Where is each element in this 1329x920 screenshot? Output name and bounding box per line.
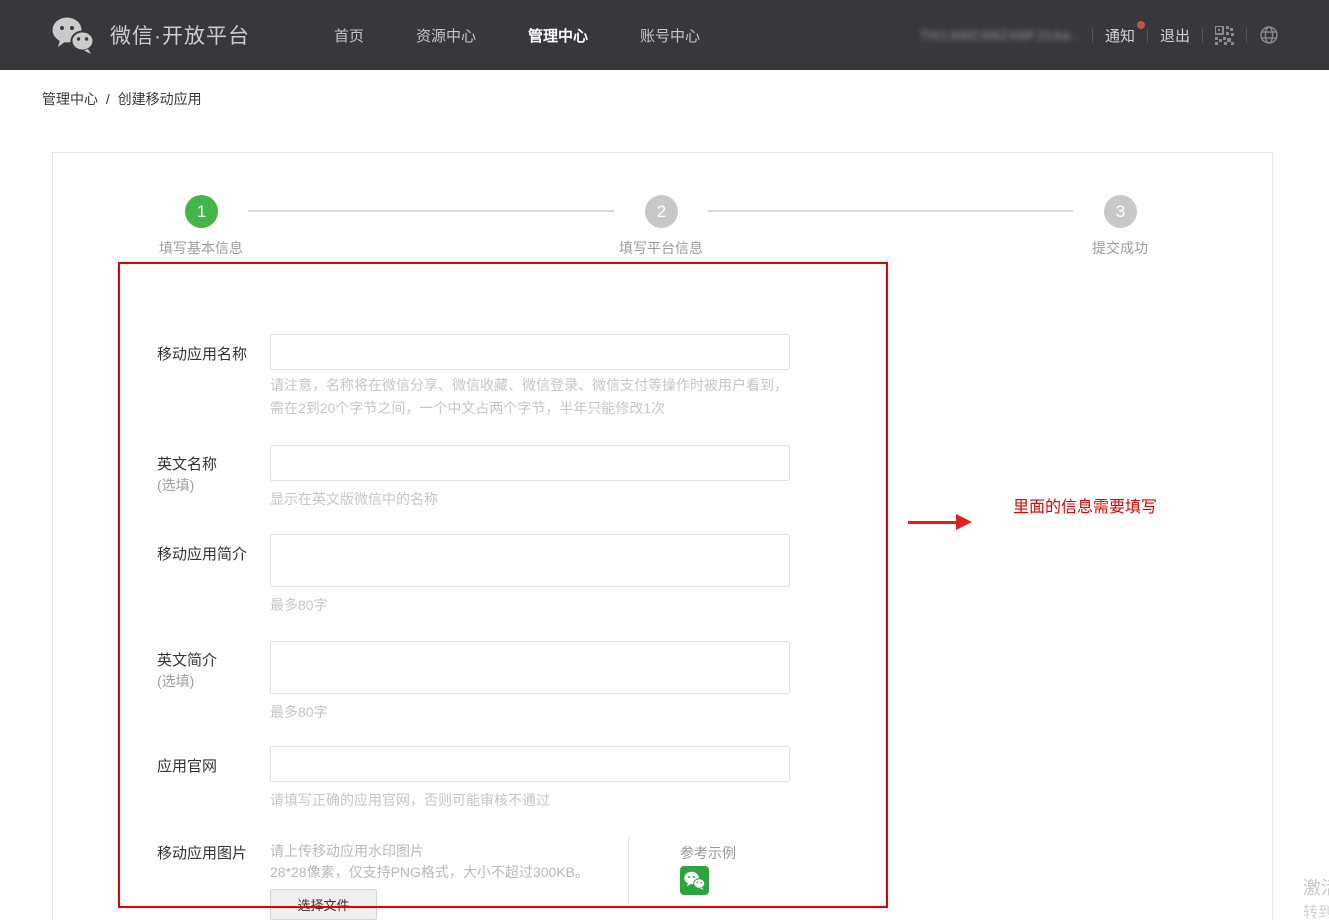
breadcrumb-separator: / (106, 91, 110, 107)
step-connector (708, 210, 1073, 212)
site-title: 微信·开放平台 (110, 20, 250, 50)
upload-instruction-line1: 请上传移动应用水印图片 (270, 841, 424, 861)
field-label-english-intro: 英文简介 (157, 649, 217, 670)
breadcrumb: 管理中心 / 创建移动应用 (42, 89, 206, 109)
website-hint: 请填写正确的应用官网，否则可能审核不通过 (270, 789, 794, 812)
step-1-number: 1 (197, 202, 206, 222)
english-intro-hint: 最多80字 (270, 701, 794, 724)
sample-label: 参考示例 (680, 843, 736, 863)
step-3-number: 3 (1116, 202, 1125, 222)
notifications-label: 通知 (1105, 28, 1135, 45)
username-masked[interactable]: TH14MC68Z49FJ14a... (920, 27, 1080, 43)
notifications-link[interactable]: 通知 (1105, 25, 1135, 46)
divider (1202, 28, 1203, 43)
annotation-arrow (908, 521, 958, 524)
optional-tag: (选填) (157, 475, 194, 495)
step-3-label: 提交成功 (1020, 238, 1220, 258)
account-area: TH14MC68Z49FJ14a... 通知 退出 (920, 0, 1279, 70)
watermark-line1: 激活 (1303, 874, 1329, 900)
breadcrumb-parent[interactable]: 管理中心 (42, 91, 98, 107)
main-nav: 首页 资源中心 管理中心 账号中心 (308, 25, 726, 46)
field-label-app-intro: 移动应用简介 (157, 543, 247, 564)
logo[interactable]: 微信·开放平台 (50, 15, 250, 55)
divider (1092, 28, 1093, 43)
step-2-label: 填写平台信息 (561, 238, 761, 258)
nav-item-account[interactable]: 账号中心 (640, 25, 700, 46)
field-label-app-image: 移动应用图片 (157, 842, 247, 863)
optional-tag: (选填) (157, 671, 194, 691)
step-3-circle: 3 (1104, 195, 1137, 228)
step-1-circle: 1 (185, 195, 218, 228)
divider (1246, 28, 1247, 43)
website-input[interactable] (270, 746, 790, 782)
app-name-input[interactable] (270, 334, 790, 370)
english-intro-textarea[interactable] (270, 641, 790, 694)
field-label-english-name: 英文名称 (157, 453, 217, 474)
top-navigation-bar: 微信·开放平台 首页 资源中心 管理中心 账号中心 TH14MC68Z49FJ1… (0, 0, 1329, 70)
breadcrumb-current: 创建移动应用 (118, 91, 202, 107)
field-label-app-name: 移动应用名称 (157, 343, 247, 364)
field-label-website: 应用官网 (157, 755, 217, 776)
app-intro-textarea[interactable] (270, 534, 790, 587)
nav-item-home[interactable]: 首页 (334, 25, 364, 46)
english-name-hint: 显示在英文版微信中的名称 (270, 488, 794, 511)
step-connector (248, 210, 614, 212)
page: 微信·开放平台 首页 资源中心 管理中心 账号中心 TH14MC68Z49FJ1… (0, 0, 1329, 920)
english-name-input[interactable] (270, 445, 790, 481)
app-name-hint: 请注意，名称将在微信分享、微信收藏、微信登录、微信支付等操作时被用户看到，需在2… (270, 374, 794, 420)
globe-language-icon[interactable] (1259, 25, 1279, 45)
wechat-logo-icon (50, 15, 96, 55)
logout-link[interactable]: 退出 (1160, 25, 1190, 46)
choose-file-button[interactable]: 选择文件 (270, 889, 377, 920)
step-2-number: 2 (657, 202, 666, 222)
watermark-line2: 转到 (1303, 901, 1329, 920)
vertical-divider (628, 837, 629, 905)
qr-code-icon[interactable] (1215, 26, 1234, 45)
nav-item-management[interactable]: 管理中心 (528, 25, 588, 46)
notification-dot (1137, 21, 1145, 29)
divider (1147, 28, 1148, 43)
nav-item-resources[interactable]: 资源中心 (416, 25, 476, 46)
annotation-text: 里面的信息需要填写 (1013, 493, 1157, 517)
step-1-label: 填写基本信息 (101, 238, 301, 258)
upload-instruction-line2: 28*28像素，仅支持PNG格式，大小不超过300KB。 (270, 862, 589, 882)
app-intro-hint: 最多80字 (270, 594, 794, 617)
annotation-arrow-head (956, 514, 972, 530)
step-2-circle: 2 (645, 195, 678, 228)
wechat-sample-icon (680, 866, 709, 895)
